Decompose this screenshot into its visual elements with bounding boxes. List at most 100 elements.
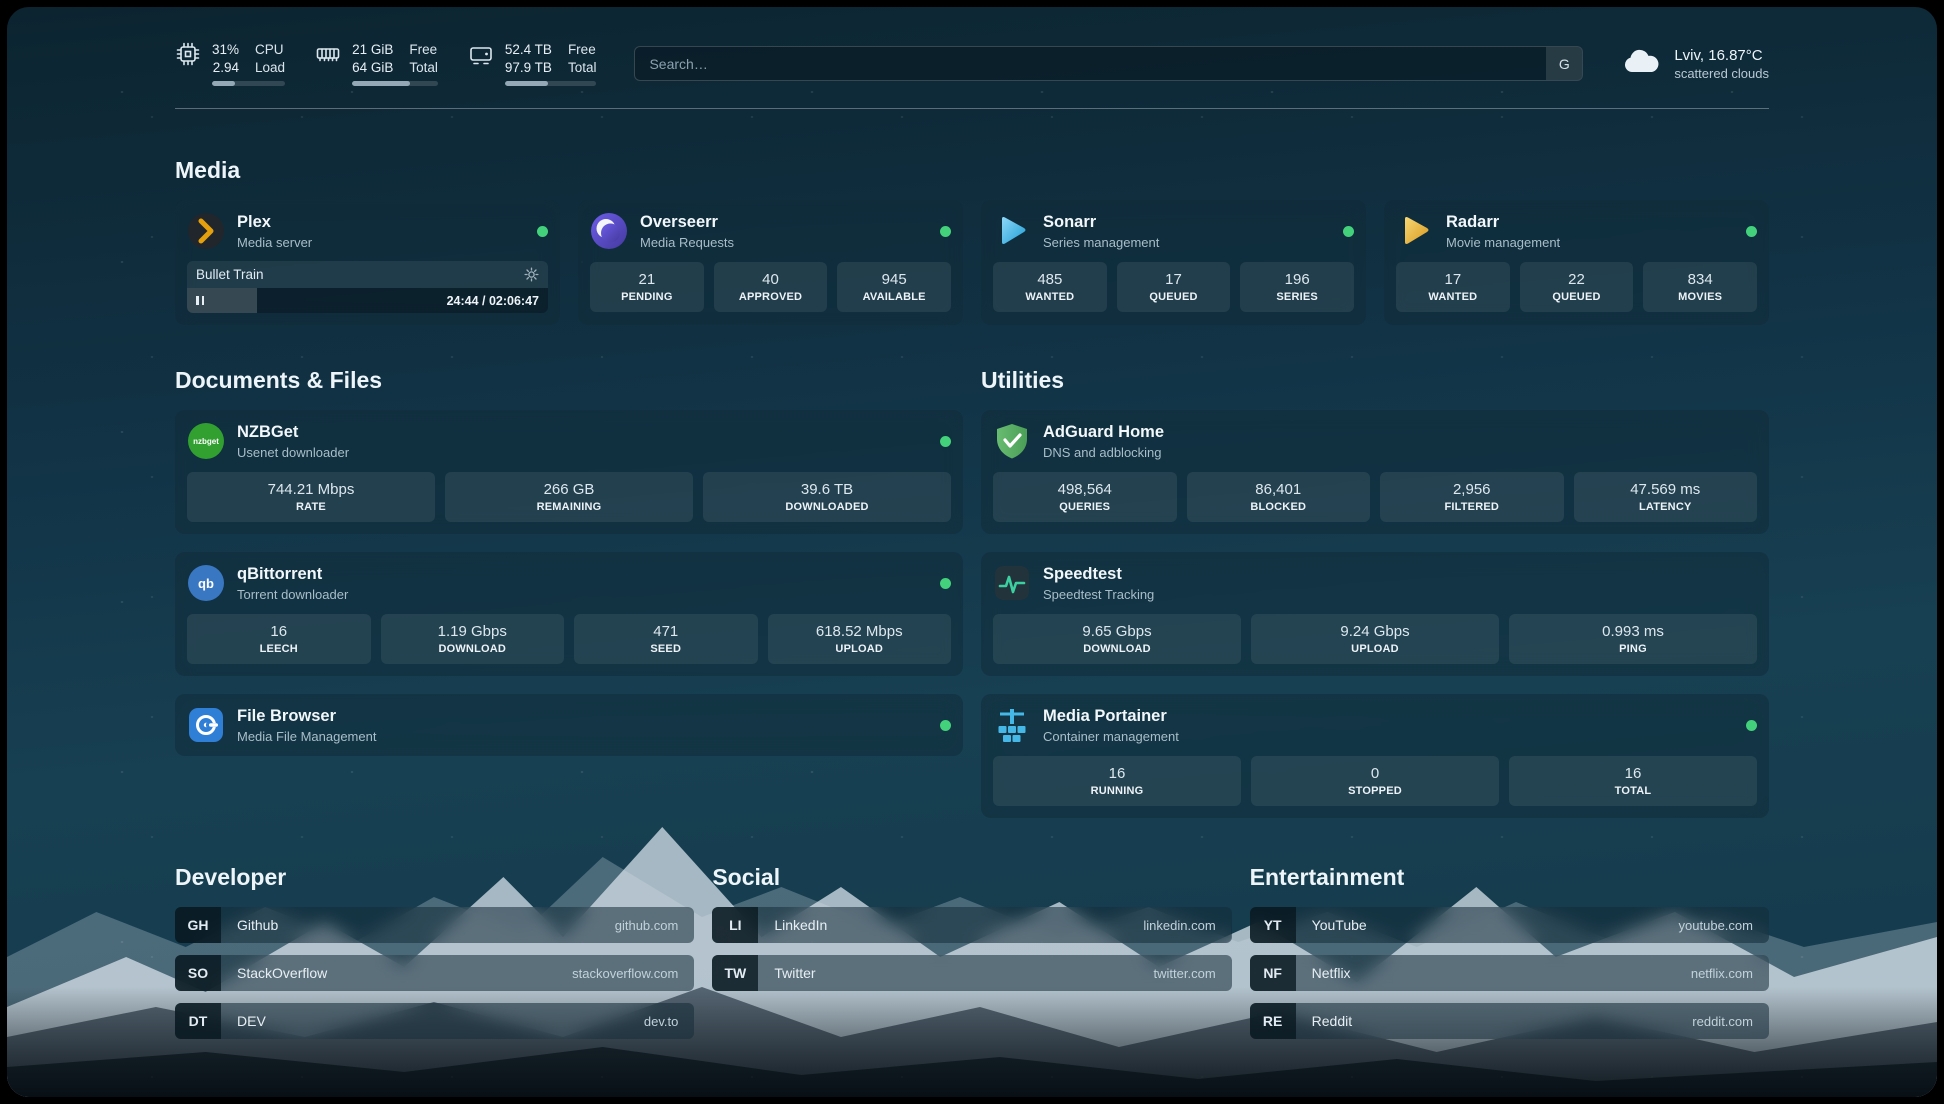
bookmark-group-social: Social LI LinkedIn linkedin.com TW Twitt… [712, 864, 1231, 1039]
stat-queued: 17QUEUED [1117, 262, 1231, 312]
bookmark-name: Netflix [1296, 955, 1351, 991]
cpu-percent: 31% [212, 41, 239, 58]
bookmark-netflix[interactable]: NF Netflix netflix.com [1250, 955, 1769, 991]
service-subtitle: Media server [237, 235, 312, 250]
stat-wanted: 17WANTED [1396, 262, 1510, 312]
bookmark-abbr: LI [712, 907, 758, 943]
portainer-icon [993, 706, 1031, 744]
cloud-icon [1621, 47, 1661, 80]
bookmark-youtube[interactable]: YT YouTube youtube.com [1250, 907, 1769, 943]
stat-available: 945AVAILABLE [837, 262, 951, 312]
section-documents: Documents & Files nzbget NZBGet Usenet d… [175, 367, 963, 818]
memory-usage-bar [352, 81, 438, 86]
dashboard: 31% CPU 2.94 Load [7, 7, 1937, 1097]
memory-icon [315, 41, 341, 67]
service-name: NZBGet [237, 423, 349, 442]
service-name: File Browser [237, 707, 376, 726]
stat-pending: 21PENDING [590, 262, 704, 312]
disk-free-value: 52.4 TB [505, 41, 552, 58]
pause-icon [196, 296, 204, 305]
stat-ping: 0.993 msPING [1509, 614, 1757, 664]
service-card-speedtest[interactable]: Speedtest Speedtest Tracking 9.65 GbpsDO… [981, 552, 1769, 676]
section-utilities: Utilities AdGuard Home DNS and adblockin… [981, 367, 1769, 818]
service-card-overseerr[interactable]: Overseerr Media Requests 21PENDING 40APP… [578, 200, 963, 325]
service-card-nzbget[interactable]: nzbget NZBGet Usenet downloader 744.21 M… [175, 410, 963, 534]
stat-running: 16RUNNING [993, 756, 1241, 806]
cpu-label: CPU [255, 41, 285, 58]
weather-location: Lviv, 16.87°C [1674, 47, 1769, 64]
stat-rate: 744.21 MbpsRATE [187, 472, 435, 522]
playback-progress-bar: 24:44 / 02:06:47 [187, 288, 548, 313]
status-dot [537, 226, 548, 237]
service-card-qbittorrent[interactable]: qb qBittorrent Torrent downloader 16LEEC… [175, 552, 963, 676]
bookmark-group-entertainment: Entertainment YT YouTube youtube.com NF … [1250, 864, 1769, 1039]
bookmark-url: youtube.com [1679, 907, 1769, 943]
sonarr-icon [993, 212, 1031, 250]
status-dot [1746, 720, 1757, 731]
bookmark-reddit[interactable]: RE Reddit reddit.com [1250, 1003, 1769, 1039]
gear-icon[interactable] [524, 267, 539, 282]
bookmark-abbr: RE [1250, 1003, 1296, 1039]
service-card-portainer[interactable]: Media Portainer Container management 16R… [981, 694, 1769, 818]
memory-widget: 21 GiB Free 64 GiB Total [315, 41, 438, 86]
status-dot [940, 226, 951, 237]
search-provider-button[interactable]: G [1546, 47, 1582, 80]
memory-total-label: Total [409, 59, 438, 76]
service-name: Overseerr [640, 213, 734, 232]
memory-total-value: 64 GiB [352, 59, 393, 76]
stat-downloaded: 39.6 TBDOWNLOADED [703, 472, 951, 522]
header-divider [175, 108, 1769, 109]
speedtest-icon [993, 564, 1031, 602]
bookmark-name: Twitter [758, 955, 815, 991]
bookmark-name: StackOverflow [221, 955, 327, 991]
service-card-plex[interactable]: Plex Media server Bullet Train [175, 200, 560, 325]
service-name: Speedtest [1043, 565, 1154, 584]
bookmark-name: Github [221, 907, 278, 943]
bookmark-linkedin[interactable]: LI LinkedIn linkedin.com [712, 907, 1231, 943]
disk-widget: 52.4 TB Free 97.9 TB Total [468, 41, 597, 86]
plex-icon [187, 212, 225, 250]
bookmark-url: linkedin.com [1143, 907, 1231, 943]
stat-wanted: 485WANTED [993, 262, 1107, 312]
bookmark-name: LinkedIn [758, 907, 827, 943]
disk-free-label: Free [568, 41, 597, 58]
service-name: Media Portainer [1043, 707, 1179, 726]
bookmark-name: Reddit [1296, 1003, 1352, 1039]
stat-stopped: 0STOPPED [1251, 756, 1499, 806]
cpu-icon [175, 41, 201, 67]
stat-download: 9.65 GbpsDOWNLOAD [993, 614, 1241, 664]
top-bar: 31% CPU 2.94 Load [175, 41, 1769, 86]
svg-text:nzbget: nzbget [193, 437, 219, 446]
bookmark-url: reddit.com [1692, 1003, 1769, 1039]
cpu-widget: 31% CPU 2.94 Load [175, 41, 285, 86]
disk-total-label: Total [568, 59, 597, 76]
bookmark-url: twitter.com [1154, 955, 1232, 991]
stat-queries: 498,564QUERIES [993, 472, 1177, 522]
bookmark-name: DEV [221, 1003, 266, 1039]
bookmark-github[interactable]: GH Github github.com [175, 907, 694, 943]
bookmark-abbr: YT [1250, 907, 1296, 943]
cpu-usage-bar [212, 81, 285, 86]
bookmark-url: github.com [615, 907, 695, 943]
stat-series: 196SERIES [1240, 262, 1354, 312]
search-input[interactable] [634, 46, 1583, 81]
stat-latency: 47.569 msLATENCY [1574, 472, 1758, 522]
status-dot [940, 578, 951, 589]
service-subtitle: Usenet downloader [237, 445, 349, 460]
svg-text:qb: qb [198, 576, 214, 591]
service-card-filebrowser[interactable]: File Browser Media File Management [175, 694, 963, 756]
resource-widgets: 31% CPU 2.94 Load [175, 41, 596, 86]
section-title-social: Social [712, 864, 1231, 891]
bookmark-dev[interactable]: DT DEV dev.to [175, 1003, 694, 1039]
service-card-adguard[interactable]: AdGuard Home DNS and adblocking 498,564Q… [981, 410, 1769, 534]
disk-icon [468, 41, 494, 67]
bookmark-url: netflix.com [1691, 955, 1769, 991]
bookmark-stackoverflow[interactable]: SO StackOverflow stackoverflow.com [175, 955, 694, 991]
stat-queued: 22QUEUED [1520, 262, 1634, 312]
bookmark-name: YouTube [1296, 907, 1367, 943]
service-card-sonarr[interactable]: Sonarr Series management 485WANTED 17QUE… [981, 200, 1366, 325]
stat-blocked: 86,401BLOCKED [1187, 472, 1371, 522]
service-card-radarr[interactable]: Radarr Movie management 17WANTED 22QUEUE… [1384, 200, 1769, 325]
memory-free-label: Free [409, 41, 438, 58]
bookmark-twitter[interactable]: TW Twitter twitter.com [712, 955, 1231, 991]
